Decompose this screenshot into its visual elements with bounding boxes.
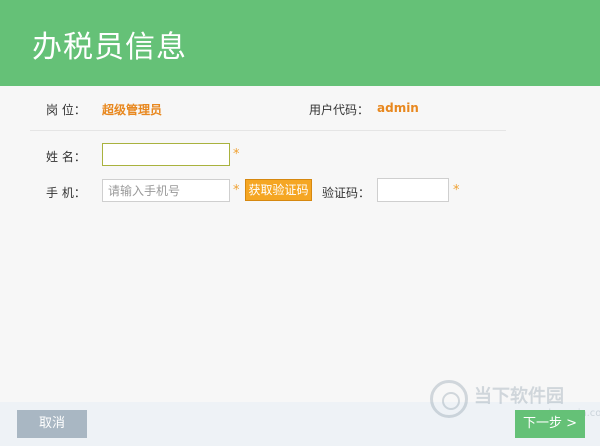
name-required-mark: *	[233, 147, 240, 162]
position-label: 岗 位：	[46, 103, 86, 117]
name-input[interactable]	[102, 143, 230, 166]
phone-label: 手 机：	[46, 186, 86, 200]
header-bar: 办税员信息	[0, 0, 600, 86]
usercode-label: 用户代码：	[309, 103, 370, 117]
code-label: 验证码：	[322, 186, 371, 200]
cancel-button[interactable]: 取消	[17, 410, 87, 438]
code-input[interactable]	[377, 178, 449, 202]
divider	[30, 130, 506, 131]
usercode-value: admin	[377, 101, 419, 115]
watermark-logo-icon	[430, 380, 468, 418]
page-title: 办税员信息	[32, 30, 187, 65]
watermark-text: 当下软件园	[474, 386, 564, 407]
name-label: 姓 名：	[46, 150, 86, 164]
get-code-button[interactable]: 获取验证码	[245, 179, 312, 201]
phone-input[interactable]: 请输入手机号	[102, 179, 230, 202]
position-value: 超级管理员	[102, 103, 163, 117]
code-required-mark: *	[453, 183, 460, 198]
phone-required-mark: *	[233, 183, 240, 198]
next-step-button[interactable]: 下一步 >	[515, 410, 585, 438]
